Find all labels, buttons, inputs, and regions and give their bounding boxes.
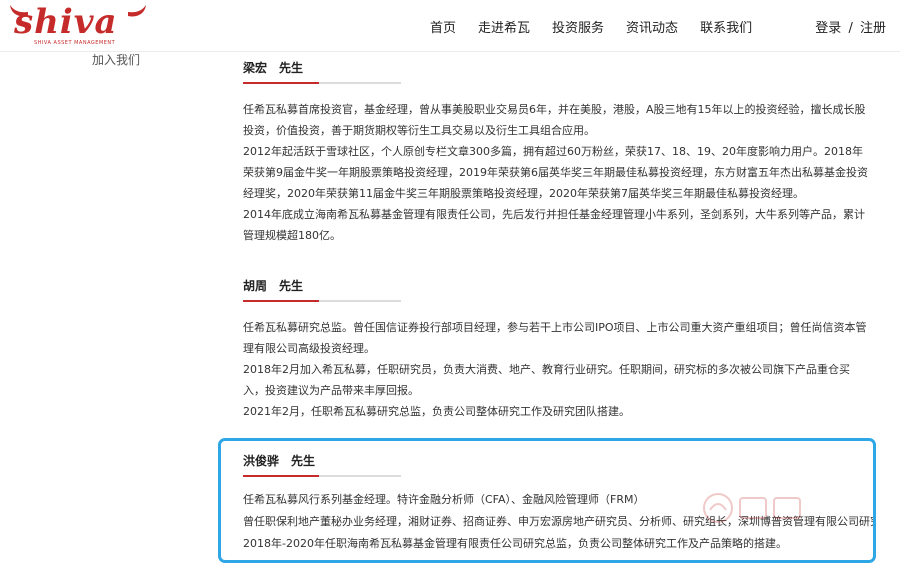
right-horn-icon [128, 5, 146, 17]
bio-paragraph: 2014年底成立海南希瓦私募基金管理有限责任公司，先后发行并担任基金经理管理小牛… [243, 208, 865, 242]
main-nav: 首页 走进希瓦 投资服务 资讯动态 联系我们 [430, 17, 774, 36]
profile-honorific: 先生 [279, 61, 304, 75]
profile-card: 梁宏 先生 任希瓦私募首席投资官，基金经理，曾从事美股职业交易员6年，并在美股，港… [243, 59, 883, 246]
logo[interactable]: shiva SHIVA ASSET MANAGEMENT [8, 2, 148, 48]
sidebar-item-join-us[interactable]: 加入我们 [92, 51, 140, 68]
login-link[interactable]: 登录 [815, 21, 841, 36]
nav-contact[interactable]: 联系我们 [700, 17, 752, 36]
profile-name-text: 胡周 [243, 279, 268, 293]
nav-home[interactable]: 首页 [430, 17, 456, 36]
auth-separator: / [848, 21, 853, 36]
profile-card: 胡周 先生 任希瓦私募研究总监。曾任国信证券投行部项目经理，参与若干上市公司IPO… [243, 277, 883, 422]
nav-investment-services[interactable]: 投资服务 [552, 17, 604, 36]
logo-wordmark: shiva [14, 2, 118, 42]
nav-about[interactable]: 走进希瓦 [478, 17, 530, 36]
profile-name-text: 梁宏 [243, 61, 268, 75]
profile-honorific: 先生 [291, 454, 316, 468]
site-header: shiva SHIVA ASSET MANAGEMENT 首页 走进希瓦 投资服… [0, 0, 900, 52]
bio-paragraph: 2018年-2020年任职海南希瓦私募基金管理有限责任公司研究总监，负责公司整体… [243, 537, 787, 550]
auth-links: 登录 / 注册 [815, 17, 886, 36]
logo-subtext: SHIVA ASSET MANAGEMENT [34, 40, 116, 46]
register-link[interactable]: 注册 [860, 21, 886, 36]
profile-name: 胡周 先生 [243, 277, 883, 294]
profile-honorific: 先生 [279, 279, 304, 293]
name-underline [243, 475, 401, 477]
profile-name: 洪俊骅 先生 [243, 452, 883, 469]
profile-bio: 任希瓦私募首席投资官，基金经理，曾从事美股职业交易员6年，并在美股，港股，A股三… [243, 99, 873, 246]
bio-paragraph: 任希瓦私募首席投资官，基金经理，曾从事美股职业交易员6年，并在美股，港股，A股三… [243, 103, 866, 137]
name-underline [243, 82, 401, 84]
nav-news[interactable]: 资讯动态 [626, 17, 678, 36]
bio-paragraph: 2012年起活跃于雪球社区，个人原创专栏文章300多篇，拥有超过60万粉丝，荣获… [243, 145, 868, 200]
watermark-logo-icon [703, 493, 801, 523]
bio-paragraph: 2018年2月加入希瓦私募，任职研究员，负责大消费、地产、教育行业研究。任职期间… [243, 363, 850, 397]
profile-name-text: 洪俊骅 [243, 454, 280, 468]
profile-name: 梁宏 先生 [243, 59, 883, 76]
profile-bio: 任希瓦私募研究总监。曾任国信证券投行部项目经理，参与若干上市公司IPO项目、上市… [243, 317, 868, 422]
bio-paragraph: 任希瓦私募研究总监。曾任国信证券投行部项目经理，参与若干上市公司IPO项目、上市… [243, 321, 867, 355]
name-underline [243, 300, 401, 302]
bio-paragraph: 2021年2月，任职希瓦私募研究总监，负责公司整体研究工作及研究团队搭建。 [243, 405, 630, 418]
